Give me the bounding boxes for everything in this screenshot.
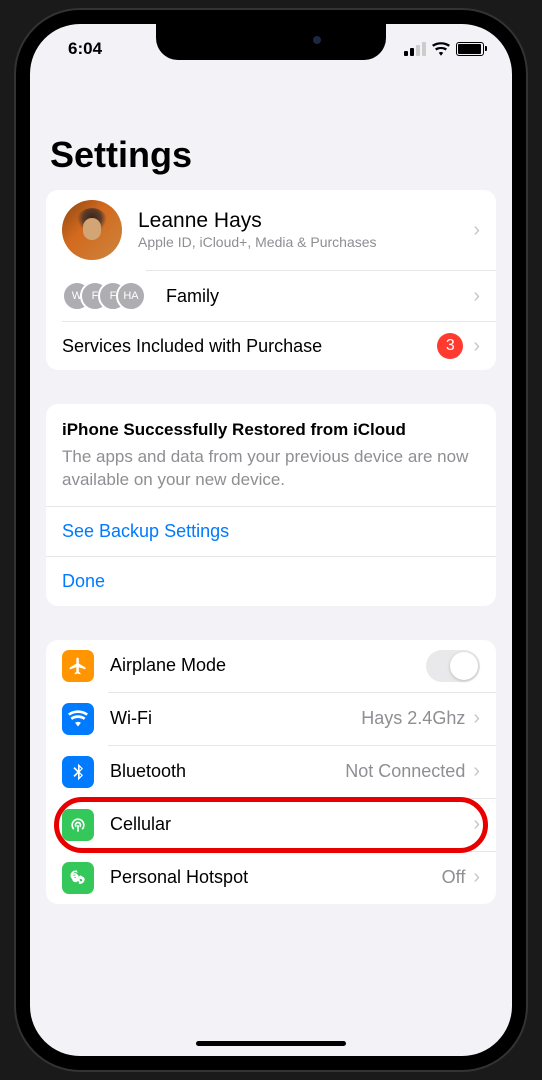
phone-frame: 6:04 Settings Leanne Hays Apple ID, iClo… [16, 10, 526, 1070]
cellular-signal-icon [404, 42, 426, 56]
family-label: Family [166, 286, 473, 307]
screen: 6:04 Settings Leanne Hays Apple ID, iClo… [30, 24, 512, 1056]
chevron-right-icon: › [473, 285, 480, 308]
chevron-right-icon: › [473, 760, 480, 783]
hotspot-row[interactable]: Personal Hotspot Off › [46, 852, 496, 904]
wifi-label: Wi-Fi [110, 708, 361, 729]
notch [156, 24, 386, 60]
bluetooth-row[interactable]: Bluetooth Not Connected › [46, 746, 496, 798]
services-badge: 3 [437, 333, 463, 359]
services-row[interactable]: Services Included with Purchase 3 › [46, 322, 496, 370]
home-indicator[interactable] [196, 1041, 346, 1046]
backup-settings-link[interactable]: See Backup Settings [46, 507, 496, 556]
restore-card: iPhone Successfully Restored from iCloud… [46, 404, 496, 606]
page-title: Settings [46, 74, 496, 190]
phone-inner: 6:04 Settings Leanne Hays Apple ID, iClo… [26, 20, 516, 1060]
airplane-toggle[interactable] [426, 650, 480, 682]
profile-subtitle: Apple ID, iCloud+, Media & Purchases [138, 233, 473, 251]
bluetooth-value: Not Connected [345, 761, 465, 782]
connectivity-card: Airplane Mode Wi-Fi Hays 2.4Ghz › [46, 640, 496, 904]
apple-id-row[interactable]: Leanne Hays Apple ID, iCloud+, Media & P… [46, 190, 496, 270]
family-avatars: W F F HA [62, 281, 146, 311]
battery-icon [456, 42, 484, 56]
profile-name: Leanne Hays [138, 209, 473, 233]
chevron-right-icon: › [473, 866, 480, 889]
airplane-label: Airplane Mode [110, 655, 426, 676]
wifi-row[interactable]: Wi-Fi Hays 2.4Ghz › [46, 693, 496, 745]
cellular-icon [62, 809, 94, 841]
bluetooth-icon [62, 756, 94, 788]
wifi-value: Hays 2.4Ghz [361, 708, 465, 729]
chevron-right-icon: › [473, 813, 480, 836]
hotspot-icon [62, 862, 94, 894]
family-row[interactable]: W F F HA Family › [46, 271, 496, 321]
restore-body: The apps and data from your previous dev… [62, 446, 480, 492]
cellular-label: Cellular [110, 814, 473, 835]
chevron-right-icon: › [473, 707, 480, 730]
services-label: Services Included with Purchase [62, 336, 437, 357]
restore-title: iPhone Successfully Restored from iCloud [62, 420, 480, 440]
avatar [62, 200, 122, 260]
chevron-right-icon: › [473, 219, 480, 242]
profile-card: Leanne Hays Apple ID, iCloud+, Media & P… [46, 190, 496, 370]
hotspot-label: Personal Hotspot [110, 867, 442, 888]
chevron-right-icon: › [473, 335, 480, 358]
cellular-row[interactable]: Cellular › [46, 799, 496, 851]
wifi-icon [432, 42, 450, 56]
hotspot-value: Off [442, 867, 466, 888]
bluetooth-label: Bluetooth [110, 761, 345, 782]
airplane-mode-row[interactable]: Airplane Mode [46, 640, 496, 692]
airplane-icon [62, 650, 94, 682]
wifi-settings-icon [62, 703, 94, 735]
done-link[interactable]: Done [46, 557, 496, 606]
